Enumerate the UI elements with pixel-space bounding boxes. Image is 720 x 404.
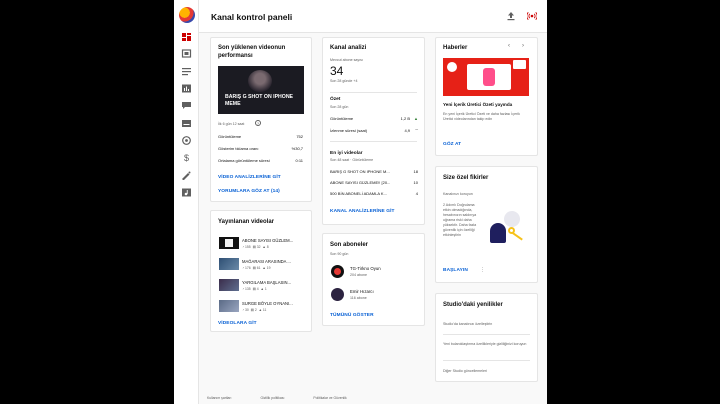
- summary-title: Özet: [330, 97, 341, 102]
- news-image[interactable]: [443, 58, 529, 96]
- chevron-left-icon[interactable]: ‹: [508, 43, 510, 49]
- avatar[interactable]: [331, 288, 344, 301]
- subscriber-name[interactable]: TG-Tirkno Oyun: [350, 266, 381, 271]
- policy-link[interactable]: Politikalar ve Güvenlik: [313, 396, 346, 400]
- video-thumbnail: [219, 258, 239, 270]
- news-body: En yeni İçerik Üretici Özeti ve daha faz…: [443, 112, 520, 121]
- channel-avatar[interactable]: [179, 7, 195, 23]
- current-subs-label: Mevcut abone sayısı: [330, 58, 363, 62]
- top-video-row[interactable]: BARIŞ G SHOT ON IPHONE M... 18: [330, 169, 418, 174]
- studio-updates-card: Studio'daki yenilikler Studio'da kanalın…: [435, 293, 538, 382]
- get-started-button[interactable]: BAŞLAYIN: [443, 268, 468, 273]
- up-arrow-icon: ▲: [414, 116, 418, 121]
- news-card: Haberler ‹ › Yeni İçerik Üretici Özeti y…: [435, 37, 538, 156]
- studio-app: $ Kanal kontrol paneli Son yüklenen vide…: [174, 0, 547, 404]
- news-headline: Yeni İçerik Üretici Özeti yayında: [443, 102, 513, 107]
- studio-update-item[interactable]: Yeni bulanıklaştırma özellikleriyle gizl…: [443, 342, 531, 347]
- latest-row-ctr: Gösterim tıklama oranı %30,7: [218, 146, 303, 151]
- channel-analytics-card: Kanal analizi Mevcut abone sayısı 34 Son…: [322, 37, 425, 225]
- channel-analytics-link[interactable]: KANAL ANALİZLERİNE GİT: [330, 209, 395, 214]
- page-title: Kanal kontrol paneli: [211, 12, 293, 22]
- avatar[interactable]: [331, 265, 344, 278]
- video-thumbnail: [219, 279, 239, 291]
- video-thumbnail: [219, 237, 239, 249]
- subtitles-icon[interactable]: [181, 119, 192, 128]
- latest-video-title: Son yüklenen videonun performansı: [218, 45, 286, 59]
- subscriber-name[interactable]: Emir Hızarcı: [350, 289, 374, 294]
- divider: [443, 334, 530, 335]
- analytics-icon[interactable]: [181, 84, 192, 93]
- customize-icon[interactable]: [181, 171, 192, 180]
- top-header: Kanal kontrol paneli: [199, 0, 547, 33]
- top-videos-title: En iyi videolar: [330, 151, 363, 156]
- current-subs-value: 34: [330, 64, 344, 78]
- summary-period: Son 28 gün: [330, 105, 349, 109]
- latest-video-card: Son yüklenen videonun performansı BARIŞ …: [210, 37, 312, 202]
- upload-icon[interactable]: [506, 11, 516, 21]
- subscriber-count: 116 abone: [350, 296, 367, 300]
- audio-library-icon[interactable]: [181, 188, 192, 197]
- top-video-row[interactable]: 500 BİN ABONELİ ADAMLA K... 4: [330, 191, 418, 196]
- latest-row-views: Görüntüleme 752: [218, 134, 303, 139]
- divider: [330, 92, 417, 93]
- list-item[interactable]: MAĞARASI ARASINDA ... ◔ 176 ▤ 61 ▲ 19: [219, 258, 305, 272]
- top-video-row[interactable]: ABONE SAYISI GÜZLEME!! [20... 10: [330, 180, 418, 185]
- video-thumbnail: [219, 300, 239, 312]
- current-subs-change: Son 28 günde +4: [330, 79, 358, 83]
- ideas-body: 2 Adımlı Doğrulama etkin olmadığında, he…: [443, 203, 477, 237]
- subs-period: Son 90 gün: [330, 252, 349, 256]
- playlist-icon[interactable]: [181, 67, 192, 76]
- ideas-subtitle: Kanalınızı koruyun: [443, 192, 473, 196]
- neutral-icon: –: [415, 127, 418, 133]
- comments-link[interactable]: YORUMLARA GÖZ AT (14): [218, 189, 280, 194]
- chevron-right-icon[interactable]: ›: [522, 43, 524, 49]
- video-analytics-link[interactable]: VİDEO ANALİZLERİNE GİT: [218, 175, 281, 180]
- help-icon[interactable]: ?: [255, 120, 261, 126]
- published-videos-title: Yayınlanan videolar: [218, 219, 275, 225]
- recent-subscribers-card: Son aboneler Son 90 gün TG-Tirkno Oyun 2…: [322, 233, 425, 326]
- content-icon[interactable]: [181, 49, 192, 58]
- first-period-text: İlk 6 gün 12 saat: [218, 122, 245, 126]
- latest-video-thumbnail[interactable]: BARIŞ G SHOT ON IPHONE MEME: [218, 66, 304, 114]
- privacy-link[interactable]: Gizlilik politikası: [260, 396, 284, 400]
- svg-text:$: $: [184, 153, 189, 162]
- list-item[interactable]: YARGILAMA BAŞLASIN... ◔ 135 ▤ 4 ▲ 1: [219, 279, 305, 293]
- videos-link[interactable]: VİDEOLARA GİT: [218, 321, 257, 326]
- terms-link[interactable]: Kullanım şartları: [207, 396, 232, 400]
- ideas-card: Size özel fikirler Kanalınızı koruyun 2 …: [435, 166, 538, 283]
- top-videos-period: Son 48 saat · Görüntüleme: [330, 158, 374, 162]
- live-icon[interactable]: [527, 11, 537, 21]
- divider: [330, 141, 417, 142]
- studio-update-item[interactable]: Diğer Studio güncellemeleri: [443, 369, 531, 373]
- news-title: Haberler: [443, 45, 468, 51]
- more-vert-icon[interactable]: ⋮: [480, 267, 485, 273]
- news-link[interactable]: GÖZ AT: [443, 142, 461, 147]
- subs-title: Son aboneler: [330, 242, 369, 248]
- list-item[interactable]: ABONE SAYISI GÜZLEM... ◔ 155 ▤ 32 ▲ 8: [219, 237, 305, 251]
- thumbnail-figure: [248, 70, 272, 92]
- analytics-title: Kanal analizi: [330, 45, 367, 51]
- copyright-icon[interactable]: [181, 136, 192, 145]
- earn-icon[interactable]: $: [181, 153, 192, 162]
- thumbnail-caption: BARIŞ G SHOT ON IPHONE MEME: [225, 94, 294, 107]
- dashboard-icon[interactable]: [181, 33, 192, 42]
- security-illustration: [486, 207, 532, 247]
- comments-icon[interactable]: [181, 101, 192, 110]
- ideas-title: Size özel fikirler: [443, 175, 489, 181]
- studio-update-item[interactable]: Studio'da kanalınızı özelleştirin: [443, 322, 531, 326]
- divider: [443, 360, 530, 361]
- list-item[interactable]: SURGE BÖYLE OYNANI... ◔ 30 ▤ 2 ▲ 11: [219, 300, 305, 314]
- latest-row-avg-view: Ortalama görüntüleme süresi 0:11: [218, 158, 303, 163]
- summary-row-views: Görüntüleme 1,2 B: [330, 116, 410, 121]
- show-all-link[interactable]: TÜMÜNÜ GÖSTER: [330, 313, 374, 318]
- subscriber-count: 204 abone: [350, 273, 367, 277]
- published-videos-card: Yayınlanan videolar ABONE SAYISI GÜZLEM.…: [210, 210, 312, 332]
- footer: Kullanım şartları Gizlilik politikası Po…: [207, 396, 375, 400]
- left-rail: $: [174, 0, 199, 404]
- studio-updates-title: Studio'daki yenilikler: [443, 302, 503, 308]
- summary-row-watch: İzlenme süresi (saat) 4,9: [330, 128, 410, 133]
